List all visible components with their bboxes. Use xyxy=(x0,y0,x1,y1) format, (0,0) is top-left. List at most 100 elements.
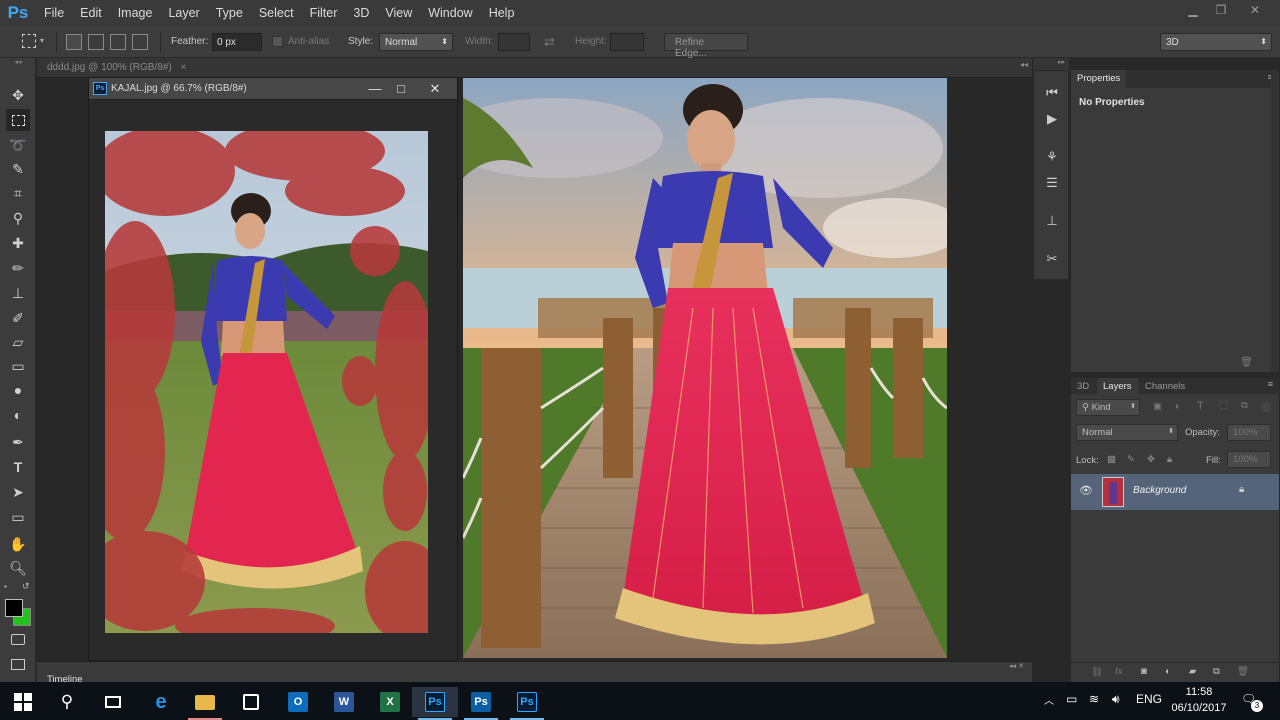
subtract-selection-icon[interactable] xyxy=(110,34,126,50)
brush-presets-icon[interactable]: ⚘ xyxy=(1042,147,1062,167)
expand-icon[interactable]: ▸▸ xyxy=(1058,58,1065,66)
layer-name[interactable]: Background xyxy=(1133,485,1186,496)
lock-all-icon[interactable]: 🔒︎ xyxy=(1167,454,1172,465)
add-mask-icon[interactable]: ◙ xyxy=(1141,666,1147,677)
refine-edge-button[interactable]: Refine Edge... xyxy=(664,33,748,59)
eyedropper-tool-icon[interactable]: ⚲ xyxy=(6,207,30,229)
menu-window[interactable]: Window xyxy=(420,0,480,26)
filter-smartobject-icon[interactable]: ⧉ xyxy=(1241,400,1248,411)
menu-help[interactable]: Help xyxy=(481,0,523,26)
intersect-selection-icon[interactable] xyxy=(132,34,148,50)
path-selection-tool-icon[interactable]: ➤ xyxy=(6,481,30,503)
layer-row-background[interactable]: 👁︎ Background 🔒︎ xyxy=(1071,474,1279,510)
visibility-eye-icon[interactable]: 👁︎ xyxy=(1079,484,1093,497)
adjustments-icon[interactable]: ☰ xyxy=(1042,173,1062,193)
quick-selection-tool-icon[interactable]: ✎ xyxy=(6,158,30,180)
volume-icon[interactable]: 🔊︎ xyxy=(1112,692,1120,707)
store-icon[interactable] xyxy=(228,687,274,717)
canvas-image[interactable] xyxy=(463,78,947,658)
swap-icon[interactable]: ⇄ xyxy=(544,34,555,50)
brush-tool-icon[interactable]: ✏ xyxy=(6,257,30,279)
menu-select[interactable]: Select xyxy=(251,0,302,26)
layer-style-icon[interactable]: fx xyxy=(1115,666,1122,677)
blend-mode-select[interactable]: Normal ⬍ xyxy=(1076,424,1178,441)
opacity-input[interactable]: 100% xyxy=(1227,424,1271,441)
wifi-icon[interactable]: ≋ xyxy=(1089,692,1099,706)
restore-icon[interactable]: ❐ xyxy=(1206,0,1236,20)
antialias-checkbox[interactable] xyxy=(272,36,283,47)
move-tool-icon[interactable]: ✥ xyxy=(6,84,30,106)
collapse-icon[interactable]: ◂◂ xyxy=(1020,60,1028,69)
tab-3d[interactable]: 3D xyxy=(1071,378,1095,396)
quick-mask-icon[interactable] xyxy=(6,628,30,650)
menu-image[interactable]: Image xyxy=(110,0,161,26)
menu-view[interactable]: View xyxy=(377,0,420,26)
healing-brush-tool-icon[interactable]: ✚ xyxy=(6,232,30,254)
blur-tool-icon[interactable]: ● xyxy=(6,379,30,401)
new-selection-icon[interactable] xyxy=(66,34,82,50)
folder-icon[interactable] xyxy=(182,687,228,720)
tab-dddd[interactable]: dddd.jpg @ 100% (RGB/8#) × xyxy=(37,58,196,78)
menu-type[interactable]: Type xyxy=(208,0,251,26)
foreground-color-swatch[interactable] xyxy=(5,599,23,617)
filter-shape-icon[interactable]: ⬚ xyxy=(1219,400,1228,411)
clone-stamp-tool-icon[interactable]: ⊥ xyxy=(6,282,30,304)
properties-scrollbar[interactable] xyxy=(1271,70,1279,372)
fill-input[interactable]: 100% xyxy=(1227,451,1271,468)
photoshop-icon[interactable]: Ps xyxy=(504,687,550,720)
collapse-icon[interactable]: ◂◂ ✕ xyxy=(1009,662,1024,670)
excel-icon[interactable]: X xyxy=(367,687,413,717)
menu-3d[interactable]: 3D xyxy=(345,0,377,26)
link-layers-icon[interactable]: ⛓ xyxy=(1091,667,1103,678)
lasso-tool-icon[interactable]: ➰ xyxy=(6,134,30,156)
floating-window-titlebar[interactable]: Ps KAJAL.jpg @ 66.7% (RGB/8#) — □ ✕ xyxy=(89,78,457,100)
task-view-icon[interactable] xyxy=(90,687,136,717)
marquee-tool-icon[interactable] xyxy=(6,109,30,131)
tray-overflow-icon[interactable]: ︿ xyxy=(1044,692,1054,707)
clock-date[interactable]: 06/10/2017 xyxy=(1168,702,1230,714)
feather-input[interactable]: 0 px xyxy=(212,33,262,51)
lock-image-icon[interactable]: ✎ xyxy=(1127,454,1135,465)
chevron-down-icon[interactable]: ▾ xyxy=(40,36,44,45)
rectangle-tool-icon[interactable]: ▭ xyxy=(6,506,30,528)
language-indicator[interactable]: ENG xyxy=(1136,692,1162,706)
edge-icon[interactable]: e xyxy=(138,687,184,717)
floating-document-window[interactable]: Ps KAJAL.jpg @ 66.7% (RGB/8#) — □ ✕ xyxy=(88,77,458,661)
width-input[interactable] xyxy=(498,33,530,51)
type-tool-icon[interactable]: T xyxy=(6,456,30,478)
windows-start-icon[interactable] xyxy=(0,687,46,717)
menu-layer[interactable]: Layer xyxy=(160,0,207,26)
filter-toggle[interactable] xyxy=(1261,402,1271,412)
minimize-icon[interactable]: ▁ xyxy=(1178,0,1208,20)
filter-kind-select[interactable]: ⚲ Kind ⬍ xyxy=(1076,399,1140,416)
crop-tool-icon[interactable]: ⌗ xyxy=(6,182,30,204)
add-selection-icon[interactable] xyxy=(88,34,104,50)
gradient-tool-icon[interactable]: ▭ xyxy=(6,355,30,377)
filter-adjustment-icon[interactable]: ◐ xyxy=(1175,401,1181,412)
menu-file[interactable]: File xyxy=(36,0,72,26)
history-icon[interactable]: ⏮ xyxy=(1042,83,1062,103)
swap-colors-icon[interactable]: ↺ xyxy=(22,581,30,592)
menu-filter[interactable]: Filter xyxy=(302,0,346,26)
screen-mode-icon[interactable] xyxy=(6,653,30,675)
search-icon[interactable]: ⚲ xyxy=(44,687,90,717)
clock-time[interactable]: 11:58 xyxy=(1170,686,1228,698)
default-colors-icon[interactable]: ▪ xyxy=(4,582,7,591)
close-icon[interactable]: ✕ xyxy=(421,80,449,98)
hand-tool-icon[interactable]: ✋ xyxy=(6,533,30,555)
adjustment-layer-icon[interactable]: ◐ xyxy=(1165,666,1171,677)
photoshop-icon[interactable]: Ps xyxy=(458,687,504,720)
delete-layer-icon[interactable]: 🗑︎ xyxy=(1237,666,1249,677)
zoom-tool-icon[interactable]: 🔍︎ xyxy=(6,557,30,579)
style-select[interactable]: Normal ⬍ xyxy=(379,33,453,51)
battery-icon[interactable]: ▭ xyxy=(1066,692,1077,706)
word-icon[interactable]: W xyxy=(321,687,367,717)
eraser-tool-icon[interactable]: ▱ xyxy=(6,331,30,353)
new-layer-icon[interactable]: ⧉ xyxy=(1213,666,1220,677)
collapse-icon[interactable]: ◂◂ xyxy=(0,58,36,66)
photoshop-icon[interactable]: Ps xyxy=(412,687,458,720)
filter-pixel-icon[interactable]: ▣ xyxy=(1153,401,1162,412)
trash-icon[interactable]: 🗑︎ xyxy=(1240,357,1253,368)
minimize-icon[interactable]: — xyxy=(361,80,389,98)
menu-edit[interactable]: Edit xyxy=(72,0,110,26)
